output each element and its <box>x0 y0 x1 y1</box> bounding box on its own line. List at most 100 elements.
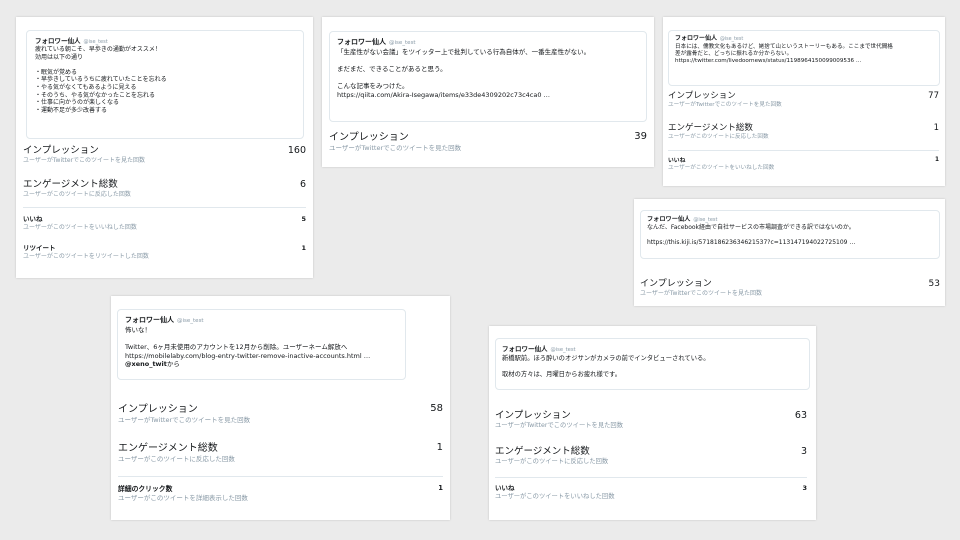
tweet-line: ・仕事に向かうのが楽しくなる <box>35 99 120 107</box>
tweet-preview[interactable]: フォロワー仙人 @ise_test 新橋駅前。ほろ酔いのオジサンがカメラの前でイン… <box>495 338 810 390</box>
author-name: フォロワー仙人 <box>675 35 718 42</box>
divider <box>23 207 306 208</box>
author-name: フォロワー仙人 <box>35 37 81 45</box>
metric-value: 3 <box>802 484 807 492</box>
metric-value: 160 <box>287 145 306 156</box>
metric-impressions: インプレッション ユーザーがTwitterでこのツイートを見た回数 63 <box>495 410 807 431</box>
tweet-line: 取材の方々は、月曜日からお疲れ様です。 <box>502 370 622 378</box>
metric-subtitle: ユーザーがこのツイートに反応した回数 <box>668 134 769 140</box>
tweet-line: 日本には、儒教文化もあるけど、姥捨て山というストーリーもある。ここまで世代間格 <box>675 43 893 50</box>
metric-subtitle: ユーザーがTwitterでこのツイートを見た回数 <box>668 102 782 108</box>
metric-title: エンゲージメント総数 <box>118 443 218 454</box>
tweet-line <box>337 57 646 66</box>
metric-value: 1 <box>934 157 939 163</box>
author-handle: @ise_test <box>720 37 744 42</box>
metric-title: インプレッション <box>118 404 198 415</box>
tweet-preview[interactable]: フォロワー仙人 @ise_test 疲れている朝こそ、早歩きの通勤がオススメ！ 効… <box>26 30 304 139</box>
tweet-preview[interactable]: フォロワー仙人 @ise_test なんだ、Facebook経由で自社サービスの市… <box>640 210 940 259</box>
metric-impressions: インプレッション ユーザーがTwitterでこのツイートを見た回数 58 <box>118 403 443 425</box>
metric-subtitle: ユーザーがこのツイートをいいねした回数 <box>495 493 615 500</box>
tweet-line: 新橋駅前。ほろ酔いのオジサンがカメラの前でインタビューされている。 <box>502 354 710 362</box>
metric-value: 58 <box>430 403 443 414</box>
author-handle: @ise_test <box>177 318 204 324</box>
metric-value: 1 <box>301 244 306 252</box>
metric-subtitle: ユーザーがTwitterでこのツイートを見た回数 <box>23 157 145 164</box>
metric-subtitle: ユーザーがこのツイートをリツイートした回数 <box>23 253 149 260</box>
metric-title: インプレッション <box>329 132 409 143</box>
metric-subtitle: ユーザーがTwitterでこのツイートを見た回数 <box>329 144 462 152</box>
author-name: フォロワー仙人 <box>647 216 691 223</box>
metric-value: 1 <box>436 442 443 453</box>
tweet-line: 効用は以下の通り <box>35 53 84 61</box>
tweet-line: https://mobilelaby.com/blog-entry-twitte… <box>125 351 371 360</box>
metric-title: エンゲージメント総数 <box>668 123 753 133</box>
tweet-line <box>337 74 646 83</box>
metric-title: エンゲージメント総数 <box>495 446 590 457</box>
metric-impressions: インプレッション ユーザーがTwitterでこのツイートを見た回数 53 <box>640 279 940 298</box>
metric-value: 77 <box>928 91 939 101</box>
tweet-line: ・早歩きしているうちに疲れていたことを忘れる <box>35 76 167 84</box>
metric-impressions: インプレッション ユーザーがTwitterでこのツイートを見た回数 77 <box>668 91 939 110</box>
tweet-line: まだまだ、できることがあると思う。 <box>337 65 447 73</box>
metric-title: いいね <box>23 215 43 223</box>
metric-subtitle: ユーザーがTwitterでこのツイートを見た回数 <box>640 290 762 297</box>
metric-value: 6 <box>299 179 306 190</box>
analytics-card-2: フォロワー仙人 @ise_test 「生産性がない会議」をツイッター上で批判してい… <box>322 17 654 167</box>
tweet-preview[interactable]: フォロワー仙人 @ise_test 日本には、儒教文化もあるけど、姥捨て山というス… <box>668 30 940 86</box>
metric-likes: いいね ユーザーがこのツイートをいいねした回数 5 <box>23 215 306 232</box>
metric-title: いいね <box>495 484 515 492</box>
analytics-card-1: フォロワー仙人 @ise_test 疲れている朝こそ、早歩きの通勤がオススメ！ 効… <box>16 17 313 278</box>
mention-suffix: から <box>166 360 180 368</box>
analytics-card-4: フォロワー仙人 @ise_test なんだ、Facebook経由で自社サービスの市… <box>634 199 945 306</box>
tweet-line: なんだ、Facebook経由で自社サービスの市場調査ができる訳ではないのか。 <box>647 224 855 231</box>
metric-title: エンゲージメント総数 <box>23 179 118 190</box>
metric-likes: いいね ユーザーがこのツイートをいいねした回数 1 <box>668 157 939 173</box>
mention-link[interactable]: @xeno_twit <box>125 360 167 368</box>
metric-subtitle: ユーザーがこのツイートをいいねした回数 <box>668 165 775 171</box>
author-handle: @ise_test <box>83 39 108 45</box>
tweet-preview[interactable]: フォロワー仙人 @ise_test 怖いな！ Twitter、6ヶ月未使用のアカウ… <box>117 309 406 380</box>
tweet-line: 差が露骨だと、どっちに振れるか分からない。 <box>675 50 793 57</box>
analytics-card-5: フォロワー仙人 @ise_test 怖いな！ Twitter、6ヶ月未使用のアカウ… <box>111 296 450 520</box>
metric-value: 1 <box>438 484 443 492</box>
author-handle: @ise_test <box>550 347 576 353</box>
metric-subtitle: ユーザーがTwitterでこのツイートを見た回数 <box>118 416 251 424</box>
metric-impressions: インプレッション ユーザーがTwitterでこのツイートを見た回数 160 <box>23 145 306 165</box>
author-name: フォロワー仙人 <box>337 38 386 46</box>
tweet-line <box>125 335 405 344</box>
metric-value: 5 <box>301 215 306 223</box>
metric-title: インプレッション <box>23 145 99 156</box>
metric-subtitle: ユーザーがこのツイートに反応した回数 <box>495 458 609 465</box>
tweet-line: https://twitter.com/livedoornews/status/… <box>675 57 862 64</box>
author-handle: @ise_test <box>389 40 416 46</box>
metric-engagements: エンゲージメント総数 ユーザーがこのツイートに反応した回数 3 <box>495 446 807 467</box>
analytics-card-6: フォロワー仙人 @ise_test 新橋駅前。ほろ酔いのオジサンがカメラの前でイン… <box>489 326 816 520</box>
metric-title: 詳細のクリック数 <box>118 485 173 493</box>
metric-impressions: インプレッション ユーザーがTwitterでこのツイートを見た回数 39 <box>329 131 647 153</box>
metric-value: 53 <box>928 279 940 289</box>
metric-title: インプレッション <box>668 91 736 101</box>
tweet-line <box>647 232 939 240</box>
metric-title: リツイート <box>23 244 56 252</box>
metric-value: 39 <box>634 131 647 142</box>
tweet-line: https://this.kiji.is/571818623634621537?… <box>647 239 856 247</box>
author-name: フォロワー仙人 <box>125 316 174 324</box>
metric-subtitle: ユーザーがこのツイートに反応した回数 <box>118 455 235 463</box>
tweet-line <box>502 363 809 371</box>
tweet-line: 「生産性がない会議」をツイッター上で批判している行為自体が、一番生産性がない。 <box>337 48 591 56</box>
tweet-line: https://qiita.com/Akira-Isegawa/items/e3… <box>337 90 551 99</box>
divider <box>118 476 443 477</box>
tweet-line: こんな記事をみつけた。 <box>337 82 409 90</box>
metric-engagements: エンゲージメント総数 ユーザーがこのツイートに反応した回数 6 <box>23 179 306 199</box>
divider <box>668 150 939 151</box>
tweet-line: ・やる気がなくてもあるように見える <box>35 83 137 91</box>
metric-title: インプレッション <box>495 410 571 421</box>
metric-title: いいね <box>668 158 686 164</box>
divider <box>495 477 807 478</box>
metric-value: 3 <box>800 446 807 457</box>
metric-detail-clicks: 詳細のクリック数 ユーザーがこのツイートを詳細表示した回数 1 <box>118 484 443 503</box>
tweet-preview[interactable]: フォロワー仙人 @ise_test 「生産性がない会議」をツイッター上で批判してい… <box>329 31 647 122</box>
metric-engagements: エンゲージメント総数 ユーザーがこのツイートに反応した回数 1 <box>668 123 939 142</box>
tweet-line: Twitter、6ヶ月未使用のアカウントを12月から削除。ユーザーネーム解放へ <box>125 343 348 351</box>
tweet-line <box>35 61 303 69</box>
